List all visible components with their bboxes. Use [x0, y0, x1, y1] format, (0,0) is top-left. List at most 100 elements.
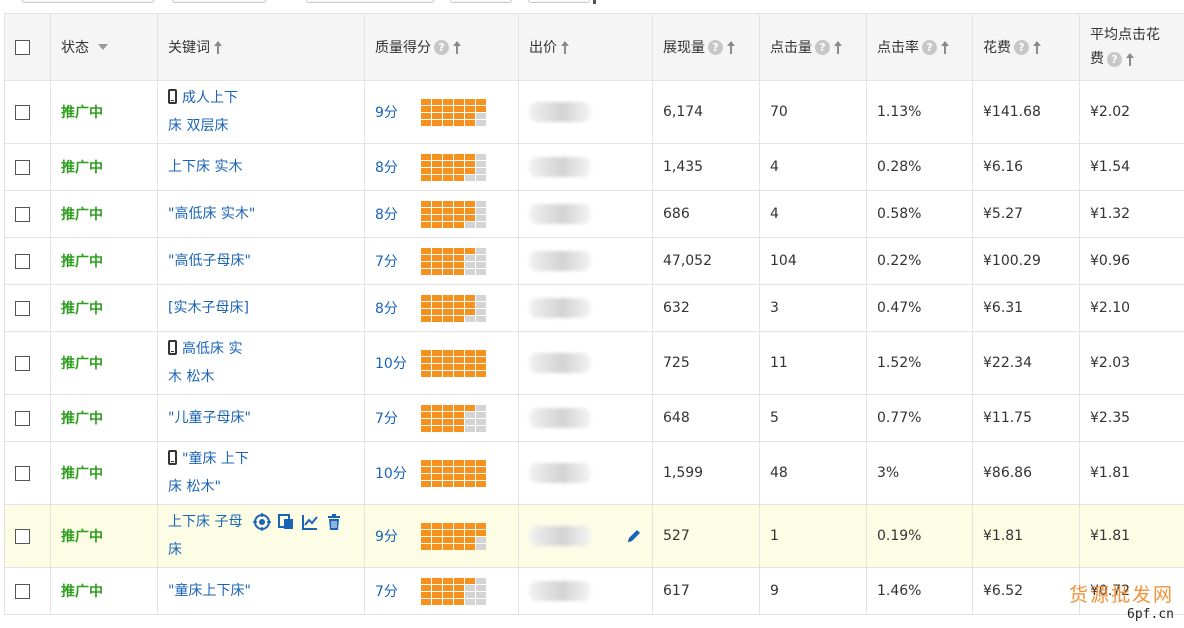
copy-icon[interactable]	[277, 513, 295, 531]
quality-score[interactable]: 8分	[375, 298, 421, 318]
table-row[interactable]: 推广中 "高低子母床" 7分 47,052 104 0.22% ¥100.29 …	[4, 237, 1184, 285]
score-cell	[476, 356, 486, 363]
score-cell	[443, 221, 453, 228]
help-icon[interactable]: ?	[1107, 51, 1122, 67]
sort-up-icon[interactable]	[940, 40, 950, 54]
help-icon[interactable]: ?	[434, 39, 449, 55]
toolbar-button-1[interactable]	[22, 0, 154, 3]
bid-cell[interactable]	[518, 504, 653, 568]
quality-score[interactable]: 7分	[375, 581, 421, 601]
header-cpc[interactable]: 平均点击花 费?	[1079, 13, 1184, 81]
bid-cell[interactable]	[518, 331, 653, 395]
quality-score[interactable]: 7分	[375, 408, 421, 428]
sort-up-icon[interactable]	[560, 40, 570, 54]
keyword-link[interactable]: 上下床 子母 床	[168, 508, 354, 564]
quality-score[interactable]: 8分	[375, 157, 421, 177]
keyword-link[interactable]: 上下床 实木	[168, 153, 354, 181]
table-row[interactable]: 推广中 "儿童子母床" 7分 648 5 0.77% ¥11.75 ¥2.35	[4, 394, 1184, 442]
help-icon[interactable]: ?	[708, 39, 723, 55]
row-checkbox[interactable]	[15, 355, 30, 371]
help-icon[interactable]: ?	[1014, 39, 1029, 55]
header-status[interactable]: 状态	[50, 13, 158, 81]
impressions-cell: 1,599	[652, 441, 760, 505]
quality-score[interactable]: 9分	[375, 102, 421, 122]
sort-up-icon[interactable]	[1032, 40, 1042, 54]
toolbar-button-5[interactable]	[528, 0, 590, 3]
table-row[interactable]: 推广中 成人上下床 双层床 9分 6,174 70 1.13% ¥141.68 …	[4, 80, 1184, 144]
row-checkbox[interactable]	[15, 583, 30, 599]
row-checkbox[interactable]	[15, 300, 30, 316]
help-icon[interactable]: ?	[922, 39, 937, 55]
sort-up-icon[interactable]	[726, 40, 736, 54]
header-ctr[interactable]: 点击率?	[866, 13, 973, 81]
target-icon[interactable]	[252, 513, 271, 531]
bid-cell[interactable]	[518, 190, 653, 238]
chevron-down-icon[interactable]	[98, 44, 108, 50]
bid-cell[interactable]	[518, 441, 653, 505]
score-cell	[443, 294, 453, 301]
pencil-icon[interactable]	[626, 528, 642, 544]
toolbar-button-4[interactable]	[450, 0, 512, 3]
select-all-checkbox[interactable]	[15, 39, 30, 55]
quality-score[interactable]: 9分	[375, 526, 421, 546]
trend-chart-icon[interactable]	[301, 513, 319, 531]
score-cell	[454, 98, 464, 105]
row-checkbox[interactable]	[15, 528, 30, 544]
trash-icon[interactable]	[325, 513, 343, 531]
table-row[interactable]: 推广中 上下床 子母 床 9分 527 1 0.19% ¥1.81 ¥1.81	[4, 504, 1184, 568]
score-cell	[432, 598, 442, 605]
bid-cell[interactable]	[518, 80, 653, 144]
bid-cell[interactable]	[518, 237, 653, 285]
table-row[interactable]: 推广中 上下床 实木 8分 1,435 4 0.28% ¥6.16 ¥1.54	[4, 143, 1184, 191]
header-keyword[interactable]: 关键词	[157, 13, 365, 81]
keyword-link[interactable]: 高低床 实木 松木	[168, 335, 354, 391]
help-icon[interactable]: ?	[815, 39, 830, 55]
score-cell	[432, 105, 442, 112]
keyword-link[interactable]: "儿童子母床"	[168, 404, 354, 432]
score-cell	[454, 174, 464, 181]
table-row[interactable]: 推广中 "童床 上下床 松木" 10分 1,599 48 3% ¥86.86 ¥…	[4, 441, 1184, 505]
quality-score[interactable]: 7分	[375, 251, 421, 271]
bid-cell[interactable]	[518, 567, 653, 615]
row-checkbox[interactable]	[15, 410, 30, 426]
sort-up-icon[interactable]	[213, 40, 223, 54]
header-bid[interactable]: 出价	[518, 13, 653, 81]
header-quality[interactable]: 质量得分?	[364, 13, 519, 81]
header-clicks[interactable]: 点击量?	[759, 13, 867, 81]
bid-cell[interactable]	[518, 284, 653, 332]
row-checkbox[interactable]	[15, 206, 30, 222]
toolbar-button-3[interactable]	[306, 0, 434, 3]
bid-cell[interactable]	[518, 143, 653, 191]
sort-up-icon[interactable]	[833, 40, 843, 54]
table-row[interactable]: 推广中 [实木子母床] 8分 632 3 0.47% ¥6.31 ¥2.10	[4, 284, 1184, 332]
keyword-link[interactable]: "童床上下床"	[168, 577, 354, 605]
score-cell	[476, 543, 486, 550]
row-checkbox[interactable]	[15, 465, 30, 481]
status-label: 推广中	[61, 160, 103, 176]
quality-score[interactable]: 10分	[375, 353, 421, 373]
sort-up-icon[interactable]	[452, 40, 462, 54]
row-checkbox[interactable]	[15, 159, 30, 175]
score-cell	[432, 200, 442, 207]
table-row[interactable]: 推广中 "童床上下床" 7分 617 9 1.46% ¥6.52 ¥0.72	[4, 567, 1184, 615]
score-cell	[432, 308, 442, 315]
table-row[interactable]: 推广中 高低床 实木 松木 10分 725 11 1.52% ¥22.34 ¥2…	[4, 331, 1184, 395]
quality-score[interactable]: 8分	[375, 204, 421, 224]
row-checkbox[interactable]	[15, 104, 30, 120]
ctr-cell: 0.58%	[866, 190, 973, 238]
keyword-link[interactable]: "高低子母床"	[168, 247, 354, 275]
quality-score[interactable]: 10分	[375, 463, 421, 483]
toolbar-button-2[interactable]	[172, 0, 266, 3]
sort-up-icon[interactable]	[1125, 52, 1135, 66]
keyword-link[interactable]: 成人上下床 双层床	[168, 84, 354, 140]
header-cost[interactable]: 花费?	[972, 13, 1080, 81]
keyword-link[interactable]: "高低床 实木"	[168, 200, 354, 228]
header-impressions[interactable]: 展现量?	[652, 13, 760, 81]
score-cell	[443, 598, 453, 605]
keyword-link[interactable]: "童床 上下床 松木"	[168, 445, 354, 501]
quality-score-bar	[421, 349, 486, 377]
bid-cell[interactable]	[518, 394, 653, 442]
table-row[interactable]: 推广中 "高低床 实木" 8分 686 4 0.58% ¥5.27 ¥1.32	[4, 190, 1184, 238]
keyword-link[interactable]: [实木子母床]	[168, 294, 354, 322]
row-checkbox[interactable]	[15, 253, 30, 269]
